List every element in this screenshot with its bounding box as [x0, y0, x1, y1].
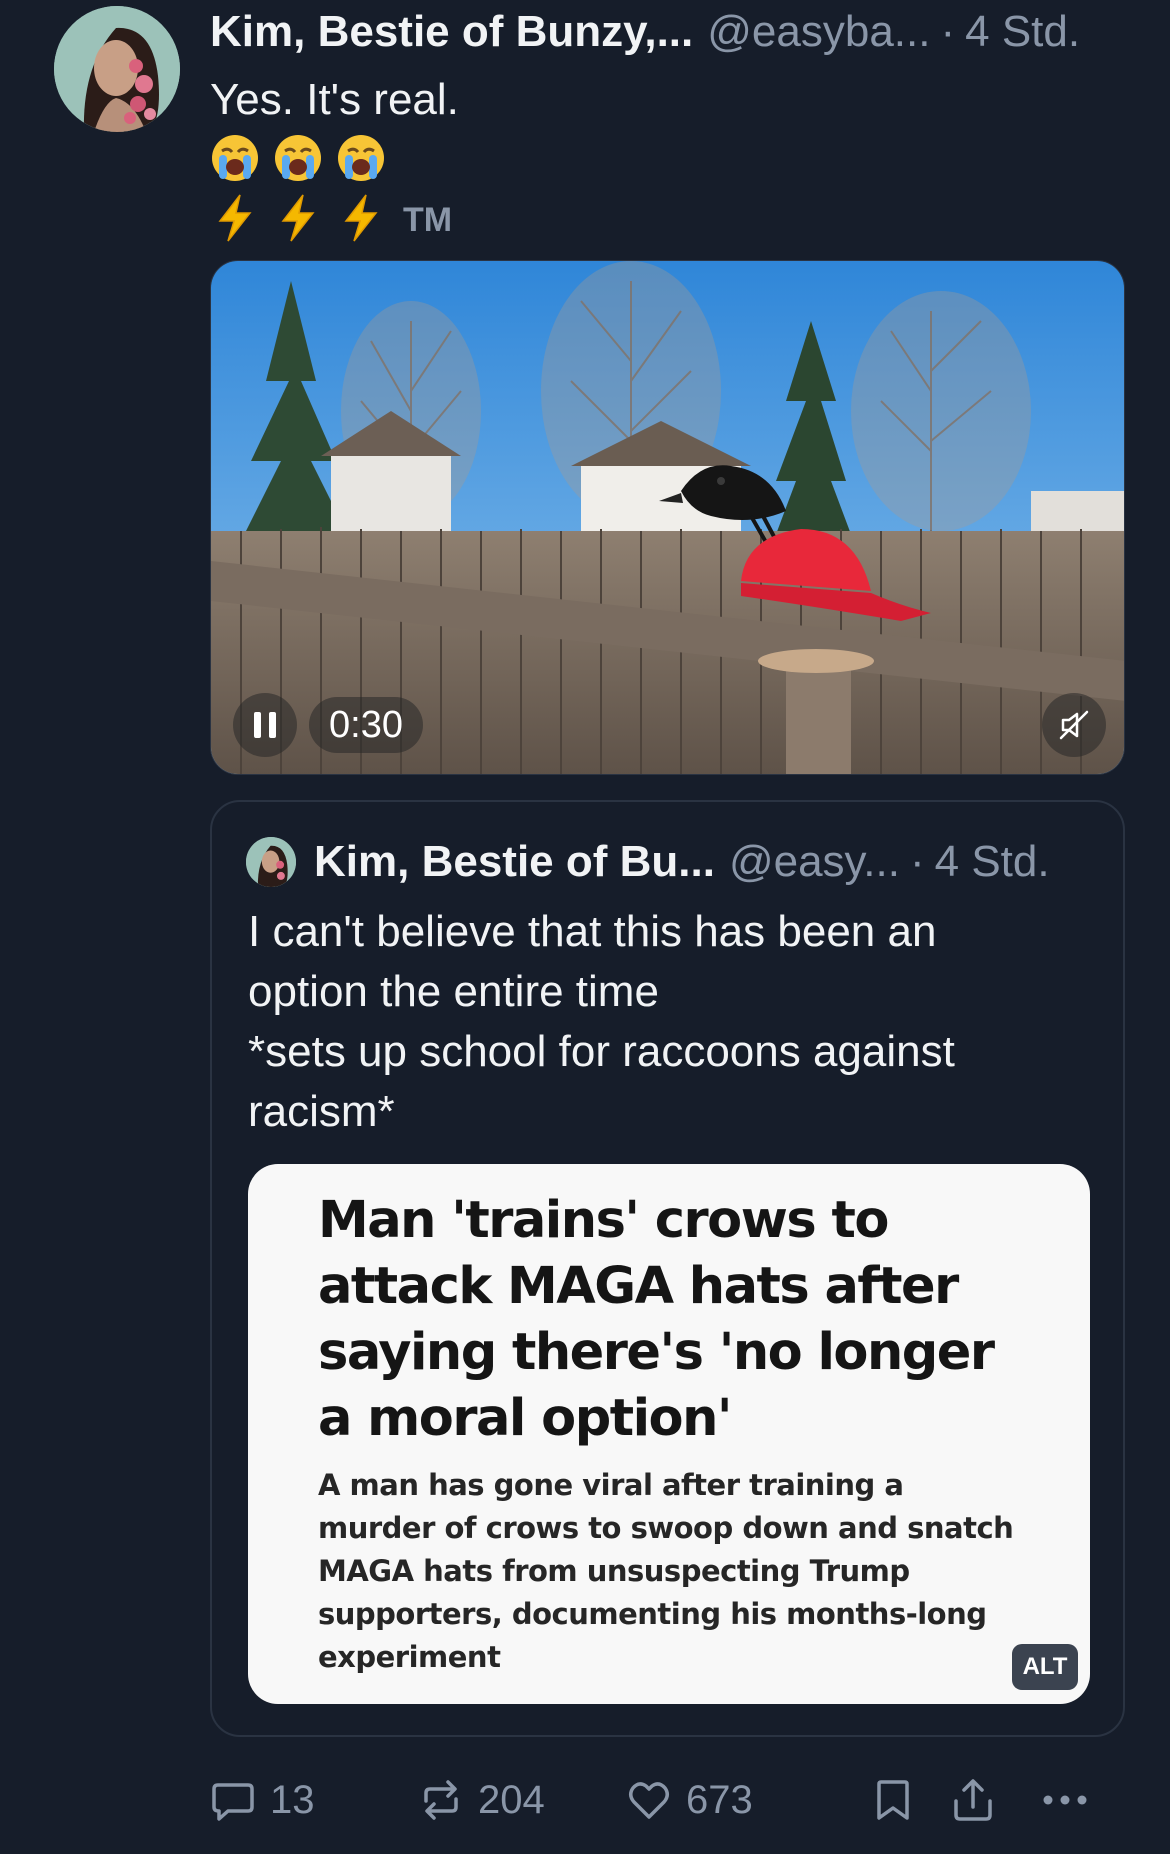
reply-button[interactable]: 13	[210, 1770, 315, 1830]
loudly-crying-face-icon	[273, 133, 323, 188]
article-subtitle: A man has gone viral after training a mu…	[318, 1464, 1058, 1679]
headline-line: saying there's 'no longer	[318, 1323, 995, 1382]
trademark-symbol: TM	[403, 200, 453, 239]
subtitle-line: MAGA hats from unsuspecting Trump	[318, 1554, 910, 1588]
bolt-row: TM	[210, 190, 452, 250]
high-voltage-icon	[273, 193, 323, 248]
separator-dot: ·	[940, 7, 956, 56]
more-options-button[interactable]	[1040, 1770, 1090, 1830]
quoted-post[interactable]: Kim, Bestie of Bu... @easy... · 4 Std. I…	[210, 800, 1125, 1737]
mute-button[interactable]	[1042, 693, 1106, 757]
headline-line: a moral option'	[318, 1389, 733, 1448]
quoted-author-name[interactable]: Kim, Bestie of Bu...	[314, 837, 715, 887]
repost-button[interactable]: 204	[418, 1770, 545, 1830]
post-time: 4 Std.	[965, 7, 1081, 56]
pause-button[interactable]	[233, 693, 297, 757]
high-voltage-icon	[336, 193, 386, 248]
pause-icon	[254, 712, 276, 738]
article-headline: Man 'trains' crows to attack MAGA hats a…	[318, 1188, 1058, 1452]
article-image[interactable]: Man 'trains' crows to attack MAGA hats a…	[248, 1164, 1090, 1704]
more-dots-icon	[1043, 1795, 1087, 1805]
loudly-crying-face-icon	[336, 133, 386, 188]
high-voltage-icon	[210, 193, 260, 248]
reply-icon	[212, 1783, 254, 1821]
quoted-post-time: 4 Std.	[934, 837, 1050, 886]
subtitle-line: murder of crows to swoop down and snatch	[318, 1511, 1014, 1545]
headline-line: attack MAGA hats after	[318, 1257, 959, 1316]
subtitle-line: A man has gone viral after training a	[318, 1468, 904, 1502]
quoted-text-line: I can't believe that this has been an	[248, 907, 937, 956]
repost-icon	[424, 1780, 458, 1820]
like-button[interactable]: 673	[626, 1770, 753, 1830]
share-button[interactable]	[950, 1770, 996, 1830]
reply-count: 13	[270, 1777, 315, 1822]
speaker-muted-icon	[1059, 710, 1089, 740]
repost-count: 204	[478, 1777, 545, 1822]
author-name[interactable]: Kim, Bestie of Bunzy,...	[210, 2, 693, 62]
action-bar: 13 204 673	[210, 1770, 1125, 1830]
video-player[interactable]: 0:30	[210, 260, 1125, 775]
quoted-post-text: I can't believe that this has been an op…	[248, 902, 1098, 1142]
post-text: Yes. It's real.	[210, 75, 459, 124]
quoted-author-avatar[interactable]	[246, 837, 296, 887]
quoted-text-line: option the entire time	[248, 967, 659, 1016]
bookmark-icon	[877, 1780, 909, 1820]
bookmark-button[interactable]	[870, 1770, 916, 1830]
heart-icon	[629, 1782, 669, 1819]
emoji-row	[210, 130, 386, 190]
video-timer: 0:30	[309, 697, 423, 753]
quoted-text-line: *sets up school for raccoons against	[248, 1027, 955, 1076]
quoted-post-header: Kim, Bestie of Bu... @easy... · 4 Std.	[246, 832, 1106, 892]
author-avatar[interactable]	[54, 6, 180, 132]
loudly-crying-face-icon	[210, 133, 260, 188]
quoted-author-handle[interactable]: @easy...	[729, 837, 900, 887]
like-count: 673	[686, 1777, 753, 1822]
author-handle[interactable]: @easyba...	[707, 2, 930, 62]
quoted-text-line: racism*	[248, 1087, 395, 1136]
post-header: Kim, Bestie of Bunzy,... @easyba... · 4 …	[210, 2, 1125, 62]
separator-dot: ·	[909, 837, 925, 886]
share-icon	[954, 1779, 992, 1821]
headline-line: Man 'trains' crows to	[318, 1191, 889, 1250]
subtitle-line: experiment	[318, 1640, 501, 1674]
subtitle-line: supporters, documenting his months-long	[318, 1597, 987, 1631]
alt-text-button[interactable]: ALT	[1012, 1644, 1078, 1690]
